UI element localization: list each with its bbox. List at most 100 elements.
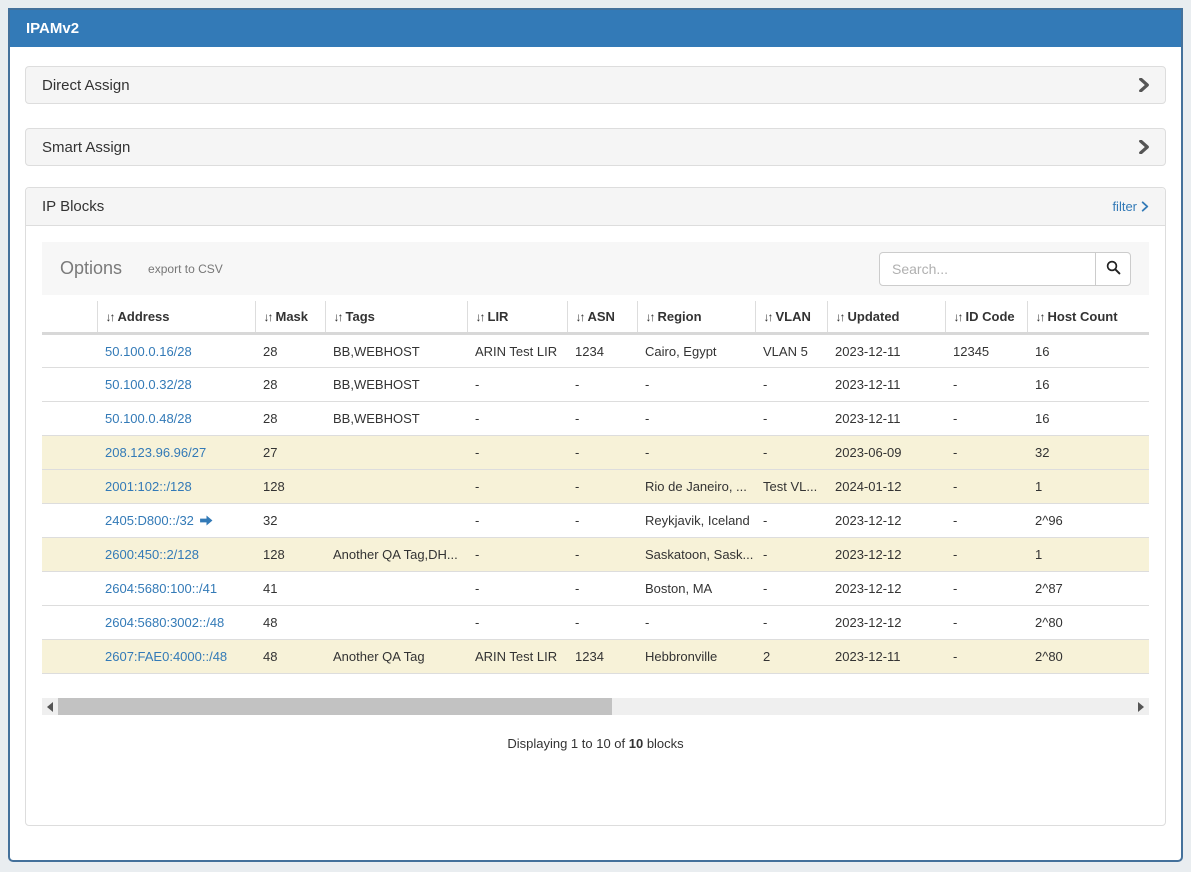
column-header-tags[interactable]: ↓↑Tags: [325, 301, 467, 334]
updated-cell: 2023-12-11: [827, 334, 945, 368]
chevron-right-icon: [1139, 140, 1149, 154]
lir-cell: -: [467, 402, 567, 436]
horizontal-scrollbar[interactable]: [42, 698, 1149, 715]
app-header: IPAMv2: [10, 10, 1181, 47]
address-link[interactable]: 2604:5680:100::/41: [105, 581, 217, 596]
ip-blocks-body: Options export to CSV: [26, 226, 1165, 825]
search-button[interactable]: [1095, 252, 1131, 286]
vlan-cell: -: [755, 402, 827, 436]
search-icon: [1106, 260, 1121, 278]
region-cell: -: [637, 436, 755, 470]
column-header-vlan[interactable]: ↓↑VLAN: [755, 301, 827, 334]
updated-cell: 2023-12-12: [827, 572, 945, 606]
scrollbar-thumb[interactable]: [58, 698, 612, 715]
asn-cell: 1234: [567, 334, 637, 368]
column-header-host-count[interactable]: ↓↑Host Count: [1027, 301, 1149, 334]
scroll-left-arrow[interactable]: [42, 698, 58, 715]
tags-cell: [325, 436, 467, 470]
sort-icon: ↓↑: [576, 310, 584, 324]
vlan-cell: -: [755, 606, 827, 640]
host-count-cell: 2^87: [1027, 572, 1149, 606]
table-row: 2604:5680:3002::/48 48 - - - - 2023-12-1…: [42, 606, 1149, 640]
vlan-cell: VLAN 5: [755, 334, 827, 368]
id-code-cell: 12345: [945, 334, 1027, 368]
asn-cell: -: [567, 402, 637, 436]
ip-blocks-table: ↓↑Address ↓↑Mask ↓↑Tags ↓↑LIR ↓↑ASN ↓↑Re…: [42, 301, 1149, 674]
tags-cell: [325, 572, 467, 606]
host-count-cell: 2^80: [1027, 606, 1149, 640]
tags-cell: [325, 470, 467, 504]
updated-cell: 2023-12-11: [827, 640, 945, 674]
vlan-cell: -: [755, 436, 827, 470]
region-cell: Rio de Janeiro, ...: [637, 470, 755, 504]
address-link[interactable]: 50.100.0.32/28: [105, 377, 192, 392]
row-spacer-cell: [42, 640, 97, 674]
table-header-row: ↓↑Address ↓↑Mask ↓↑Tags ↓↑LIR ↓↑ASN ↓↑Re…: [42, 301, 1149, 334]
column-header-id-code[interactable]: ↓↑ID Code: [945, 301, 1027, 334]
mask-cell: 48: [255, 606, 325, 640]
column-header-lir[interactable]: ↓↑LIR: [467, 301, 567, 334]
region-cell: Hebbronville: [637, 640, 755, 674]
id-code-cell: -: [945, 470, 1027, 504]
updated-cell: 2023-12-12: [827, 606, 945, 640]
column-header-mask[interactable]: ↓↑Mask: [255, 301, 325, 334]
tags-cell: Another QA Tag: [325, 640, 467, 674]
address-link[interactable]: 50.100.0.48/28: [105, 411, 192, 426]
tags-cell: [325, 504, 467, 538]
export-csv-button[interactable]: export to CSV: [148, 262, 223, 276]
smart-assign-panel[interactable]: Smart Assign: [25, 128, 1166, 166]
address-link[interactable]: 208.123.96.96/27: [105, 445, 206, 460]
address-link[interactable]: 2600:450::2/128: [105, 547, 199, 562]
options-toolbar: Options export to CSV: [42, 242, 1149, 295]
sort-icon: ↓↑: [476, 310, 484, 324]
ip-blocks-table-body: 50.100.0.16/28 28 BB,WEBHOST ARIN Test L…: [42, 334, 1149, 674]
updated-cell: 2024-01-12: [827, 470, 945, 504]
table-row: 2600:450::2/128 128 Another QA Tag,DH...…: [42, 538, 1149, 572]
vlan-cell: -: [755, 504, 827, 538]
table-row: 208.123.96.96/27 27 - - - - 2023-06-09 -…: [42, 436, 1149, 470]
lir-cell: ARIN Test LIR: [467, 640, 567, 674]
lir-cell: -: [467, 606, 567, 640]
scroll-right-arrow[interactable]: [1133, 698, 1149, 715]
column-header-updated[interactable]: ↓↑Updated: [827, 301, 945, 334]
region-cell: Cairo, Egypt: [637, 334, 755, 368]
app-title: IPAMv2: [26, 20, 79, 37]
ip-blocks-header: IP Blocks filter: [26, 188, 1165, 226]
mask-cell: 27: [255, 436, 325, 470]
asn-cell: -: [567, 572, 637, 606]
region-cell: -: [637, 368, 755, 402]
address-link[interactable]: 50.100.0.16/28: [105, 344, 192, 359]
search-input[interactable]: [879, 252, 1096, 286]
lir-cell: -: [467, 538, 567, 572]
host-count-cell: 32: [1027, 436, 1149, 470]
mask-cell: 128: [255, 538, 325, 572]
search-group: [879, 252, 1131, 286]
sort-icon: ↓↑: [646, 310, 654, 324]
address-link[interactable]: 2405:D800::/32: [105, 513, 194, 528]
host-count-cell: 2^80: [1027, 640, 1149, 674]
filter-link[interactable]: filter: [1112, 199, 1149, 214]
asn-cell: -: [567, 538, 637, 572]
tags-cell: BB,WEBHOST: [325, 402, 467, 436]
table-row: 50.100.0.48/28 28 BB,WEBHOST - - - - 202…: [42, 402, 1149, 436]
table-row: 2405:D800::/32 32 - - Reykjavik, Iceland…: [42, 504, 1149, 538]
tags-cell: Another QA Tag,DH...: [325, 538, 467, 572]
column-header-asn[interactable]: ↓↑ASN: [567, 301, 637, 334]
mask-cell: 41: [255, 572, 325, 606]
table-row: 2607:FAE0:4000::/48 48 Another QA Tag AR…: [42, 640, 1149, 674]
address-link[interactable]: 2607:FAE0:4000::/48: [105, 649, 227, 664]
address-link[interactable]: 2001:102::/128: [105, 479, 192, 494]
column-header-region[interactable]: ↓↑Region: [637, 301, 755, 334]
table-row: 2604:5680:100::/41 41 - - Boston, MA - 2…: [42, 572, 1149, 606]
row-spacer-cell: [42, 334, 97, 368]
mask-cell: 28: [255, 402, 325, 436]
direct-assign-panel[interactable]: Direct Assign: [25, 66, 1166, 104]
chevron-right-icon: [1139, 78, 1149, 92]
address-link[interactable]: 2604:5680:3002::/48: [105, 615, 224, 630]
sort-icon: ↓↑: [1036, 310, 1044, 324]
column-header-address[interactable]: ↓↑Address: [97, 301, 255, 334]
id-code-cell: -: [945, 538, 1027, 572]
id-code-cell: -: [945, 402, 1027, 436]
sort-icon: ↓↑: [954, 310, 962, 324]
vlan-cell: -: [755, 572, 827, 606]
